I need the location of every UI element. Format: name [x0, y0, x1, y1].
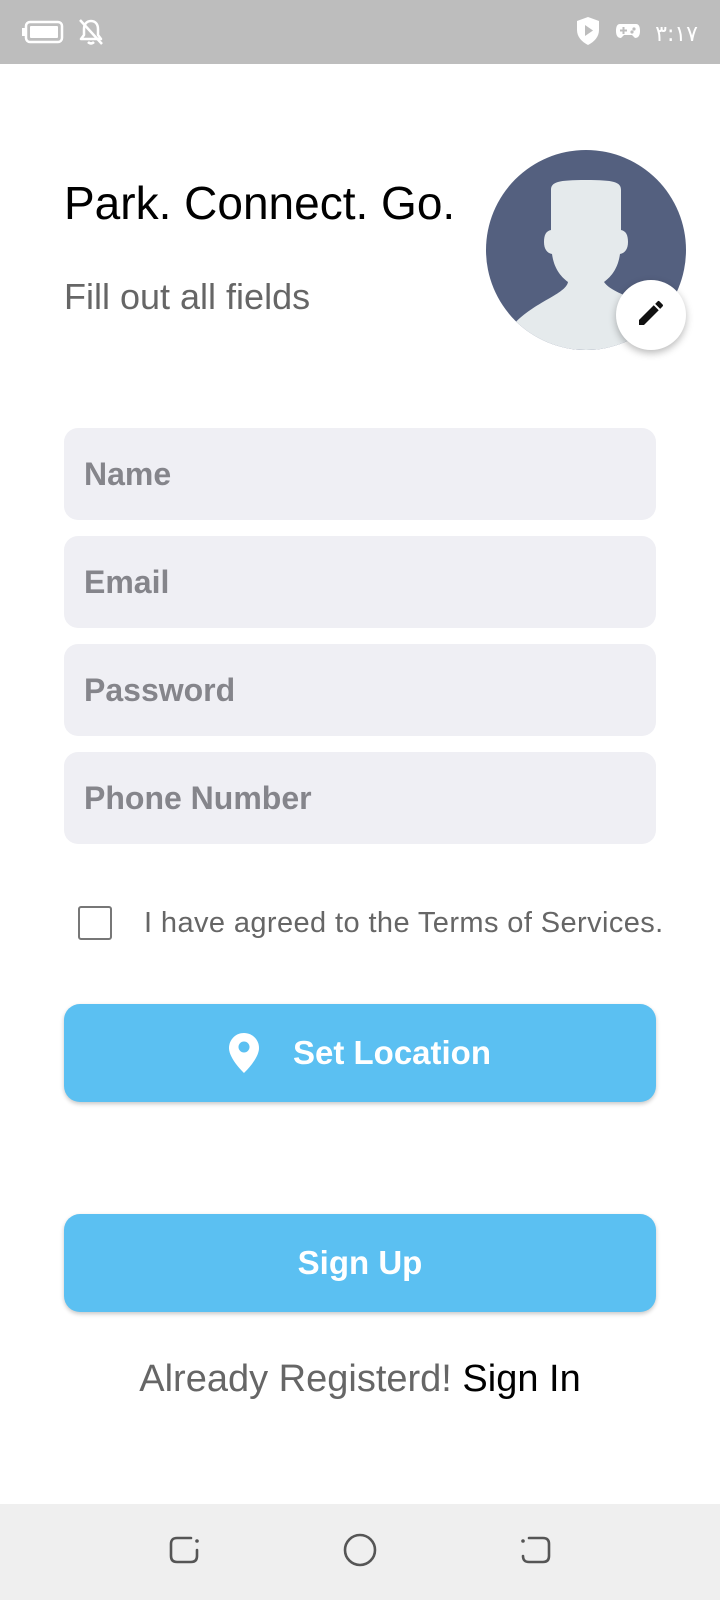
terms-label[interactable]: I have agreed to the Terms of Services. [144, 907, 664, 940]
already-registered-text: Already Registerd! [139, 1358, 452, 1400]
set-location-button[interactable]: Set Location [64, 1004, 656, 1102]
edit-avatar-button[interactable] [616, 280, 686, 350]
status-bar-right: ۳:۱۷ [575, 16, 698, 52]
location-pin-icon [228, 1033, 259, 1073]
email-input[interactable] [64, 536, 656, 628]
nav-home-button[interactable] [340, 1532, 380, 1572]
email-field-container [64, 536, 656, 628]
nav-recents-button[interactable] [516, 1532, 556, 1572]
battery-icon [22, 20, 64, 49]
notifications-off-icon [78, 18, 104, 51]
sign-up-label: Sign Up [297, 1244, 423, 1281]
set-location-label: Set Location [292, 1034, 492, 1071]
terms-checkbox[interactable] [78, 906, 112, 940]
nav-back-button[interactable] [164, 1532, 204, 1572]
sign-up-button[interactable]: Sign Up [64, 1214, 656, 1312]
shield-play-icon [575, 16, 601, 52]
sign-in-row: Already Registerd! Sign In [0, 1358, 720, 1401]
navigation-bar [0, 1504, 720, 1600]
page-subtitle: Fill out all fields [64, 276, 311, 317]
name-input[interactable] [64, 428, 656, 520]
status-bar: ۳:۱۷ [0, 0, 720, 64]
page-title: Park. Connect. Go. [64, 177, 456, 229]
sign-in-link[interactable]: Sign In [462, 1358, 580, 1400]
home-icon [342, 1532, 378, 1573]
name-field-container [64, 428, 656, 520]
gamepad-icon [615, 21, 641, 47]
recents-icon [519, 1533, 553, 1572]
pencil-icon [635, 297, 667, 334]
phone-field-container [64, 752, 656, 844]
phone-number-input[interactable] [64, 752, 656, 844]
back-icon [167, 1533, 201, 1572]
password-field-container [64, 644, 656, 736]
terms-row: I have agreed to the Terms of Services. [78, 906, 664, 940]
status-time: ۳:۱۷ [655, 21, 698, 47]
password-input[interactable] [64, 644, 656, 736]
status-bar-left [22, 18, 104, 51]
